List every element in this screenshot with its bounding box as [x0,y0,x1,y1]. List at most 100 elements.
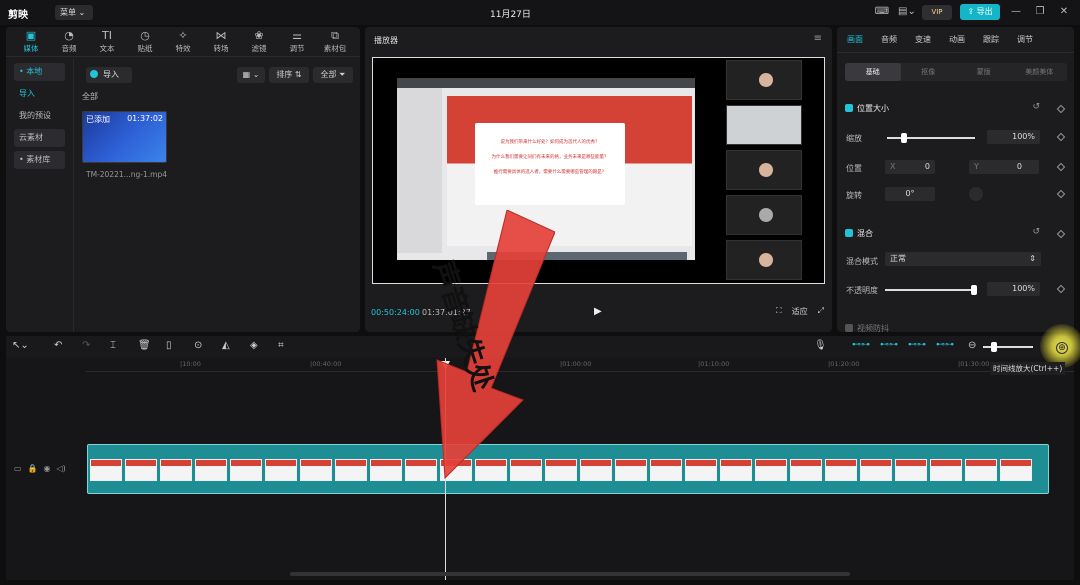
avatar [759,208,773,222]
opacity-slider-knob[interactable] [971,285,977,295]
freeze-icon[interactable]: ▯ [166,340,172,351]
microphone-icon[interactable]: 🎙 [814,340,827,351]
timeline-scrollbar[interactable] [290,572,850,576]
fullscreen-icon[interactable]: ⤢ [818,306,824,317]
sidebar-item-local[interactable]: • 本地 [14,63,65,81]
keyframe-icon[interactable] [1056,104,1066,114]
layout-icon[interactable]: ▤⌄ [898,5,916,19]
undo-icon[interactable]: ↶ [54,340,62,351]
scale-input[interactable]: 100% [987,130,1040,144]
clip-frame [650,459,682,481]
keyframe-icon[interactable] [1056,132,1066,142]
zoom-out-icon[interactable]: ⊖ [968,340,976,351]
position-y-input[interactable]: Y0 [969,160,1039,174]
subtab-keying[interactable]: 抠像 [901,63,957,81]
sort-button[interactable]: 排序 ⇅ [269,67,309,83]
participant-column [726,60,802,282]
cover-icon[interactable]: ▭ [14,464,22,473]
filter-button[interactable]: 全部 ⏷ [313,67,353,83]
menu-button[interactable]: 菜单 ⌄ [55,5,93,20]
ruler-tick: |01:00:00 [560,360,592,368]
tab-adjust[interactable]: 调节 [1017,34,1033,45]
select-tool-icon[interactable]: ↖⌄ [12,340,29,351]
tab-text[interactable]: TI 文本 [88,27,126,56]
sidebar-item-import[interactable]: 导入 [14,85,65,103]
position-x-input[interactable]: X0 [885,160,935,174]
participant-tile [726,105,802,145]
sidebar-item-presets[interactable]: 我的预设 [14,107,65,125]
speaker-icon[interactable]: ◁) [57,464,66,473]
sidebar-item-library[interactable]: • 素材库 [14,151,65,169]
lock-icon[interactable]: 🔒 [28,464,38,473]
tab-transition[interactable]: ⋈ 转场 [202,27,240,56]
keyframe-icon[interactable] [1056,162,1066,172]
snap-icon[interactable]: ⊷⊶ [852,340,870,350]
rotate-dial[interactable] [969,187,983,201]
tab-audio[interactable]: ◔ 音频 [50,27,88,56]
maximize-icon[interactable]: ❐ [1032,5,1048,19]
tab-package[interactable]: ⧉ 素材包 [316,27,354,56]
subtab-beauty[interactable]: 美颜美体 [1012,63,1068,81]
tab-media[interactable]: ▣ 媒体 [12,27,50,56]
reset-icon[interactable]: ↺ [1032,227,1040,237]
app-logo: 剪映 [8,10,28,21]
minimize-icon[interactable]: — [1008,5,1024,19]
delete-icon[interactable]: 🗑 [138,340,151,351]
rotate-icon[interactable]: ◈ [250,340,258,351]
video-clip[interactable] [87,444,1049,494]
subtab-basic[interactable]: 基础 [845,63,901,81]
time-ruler[interactable]: |10:00 |00:40:00 |01:00:00 |01:10:00 |01… [86,358,1074,372]
stabilize-section[interactable]: 视频防抖 [845,323,889,334]
keyframe-icon[interactable] [1056,284,1066,294]
checkbox-icon[interactable] [845,324,853,332]
keyframe-icon[interactable] [1056,189,1066,199]
clip-frame [335,459,367,481]
tab-audio[interactable]: 音频 [881,34,897,45]
crop-icon[interactable]: ⌗ [278,340,284,351]
reset-icon[interactable]: ↺ [1032,102,1040,112]
position-size-section[interactable]: 位置大小 [845,103,889,114]
checkbox-icon[interactable] [845,229,853,237]
ratio-button[interactable]: 适应 [792,306,808,317]
blend-section[interactable]: 混合 [845,228,873,239]
split-icon[interactable]: ⌶ [110,340,116,351]
export-button[interactable]: ⇪ 导出 [960,4,1000,20]
opacity-input[interactable]: 100% [987,282,1040,296]
tab-effects[interactable]: ✧ 特效 [164,27,202,56]
tab-adjust[interactable]: ⚌ 调节 [278,27,316,56]
checkbox-icon[interactable] [845,104,853,112]
close-icon[interactable]: ✕ [1056,5,1072,19]
tab-filter[interactable]: ❀ 滤镜 [240,27,278,56]
package-icon: ⧉ [331,29,339,42]
magnet-icon[interactable]: ⊷⊶ [936,340,954,350]
shortcut-icon[interactable]: ⌨ [874,5,890,19]
tab-picture[interactable]: 画面 [847,34,863,45]
play-button[interactable]: ▶ [594,306,602,317]
tab-tracking[interactable]: 跟踪 [983,34,999,45]
view-toggle-button[interactable]: ▦ ⌄ [237,67,265,83]
sidebar-item-cloud[interactable]: 云素材 [14,129,65,147]
subtab-mask[interactable]: 蒙版 [956,63,1012,81]
rotate-input[interactable]: 0° [885,187,935,201]
linkage-icon[interactable]: ⊷⊶ [880,340,898,350]
player-menu-icon[interactable]: ≡ [814,33,822,44]
fit-screen-icon[interactable]: ⛶ [776,306,782,317]
zoom-in-icon[interactable]: ⊕ [1056,342,1068,354]
eye-icon[interactable]: ◉ [44,464,51,473]
scale-slider-knob[interactable] [901,133,907,143]
media-thumbnail[interactable]: 已添加 01:37:02 [82,111,167,163]
mirror-icon[interactable]: ◭ [222,340,230,351]
import-icon [90,70,98,78]
preview-axis-icon[interactable]: ⊷⊶ [908,340,926,350]
tab-speed[interactable]: 变速 [915,34,931,45]
reverse-icon[interactable]: ⊙ [194,340,202,351]
keyframe-icon[interactable] [1056,229,1066,239]
zoom-slider-knob[interactable] [991,342,997,352]
opacity-slider[interactable] [885,289,975,291]
tab-animation[interactable]: 动画 [949,34,965,45]
blend-mode-select[interactable]: 正常 ⇕ [885,252,1041,266]
import-button[interactable]: 导入 [86,67,132,83]
vip-button[interactable]: VIP [922,4,952,20]
redo-icon[interactable]: ↷ [82,340,90,351]
tab-sticker[interactable]: ◷ 贴纸 [126,27,164,56]
